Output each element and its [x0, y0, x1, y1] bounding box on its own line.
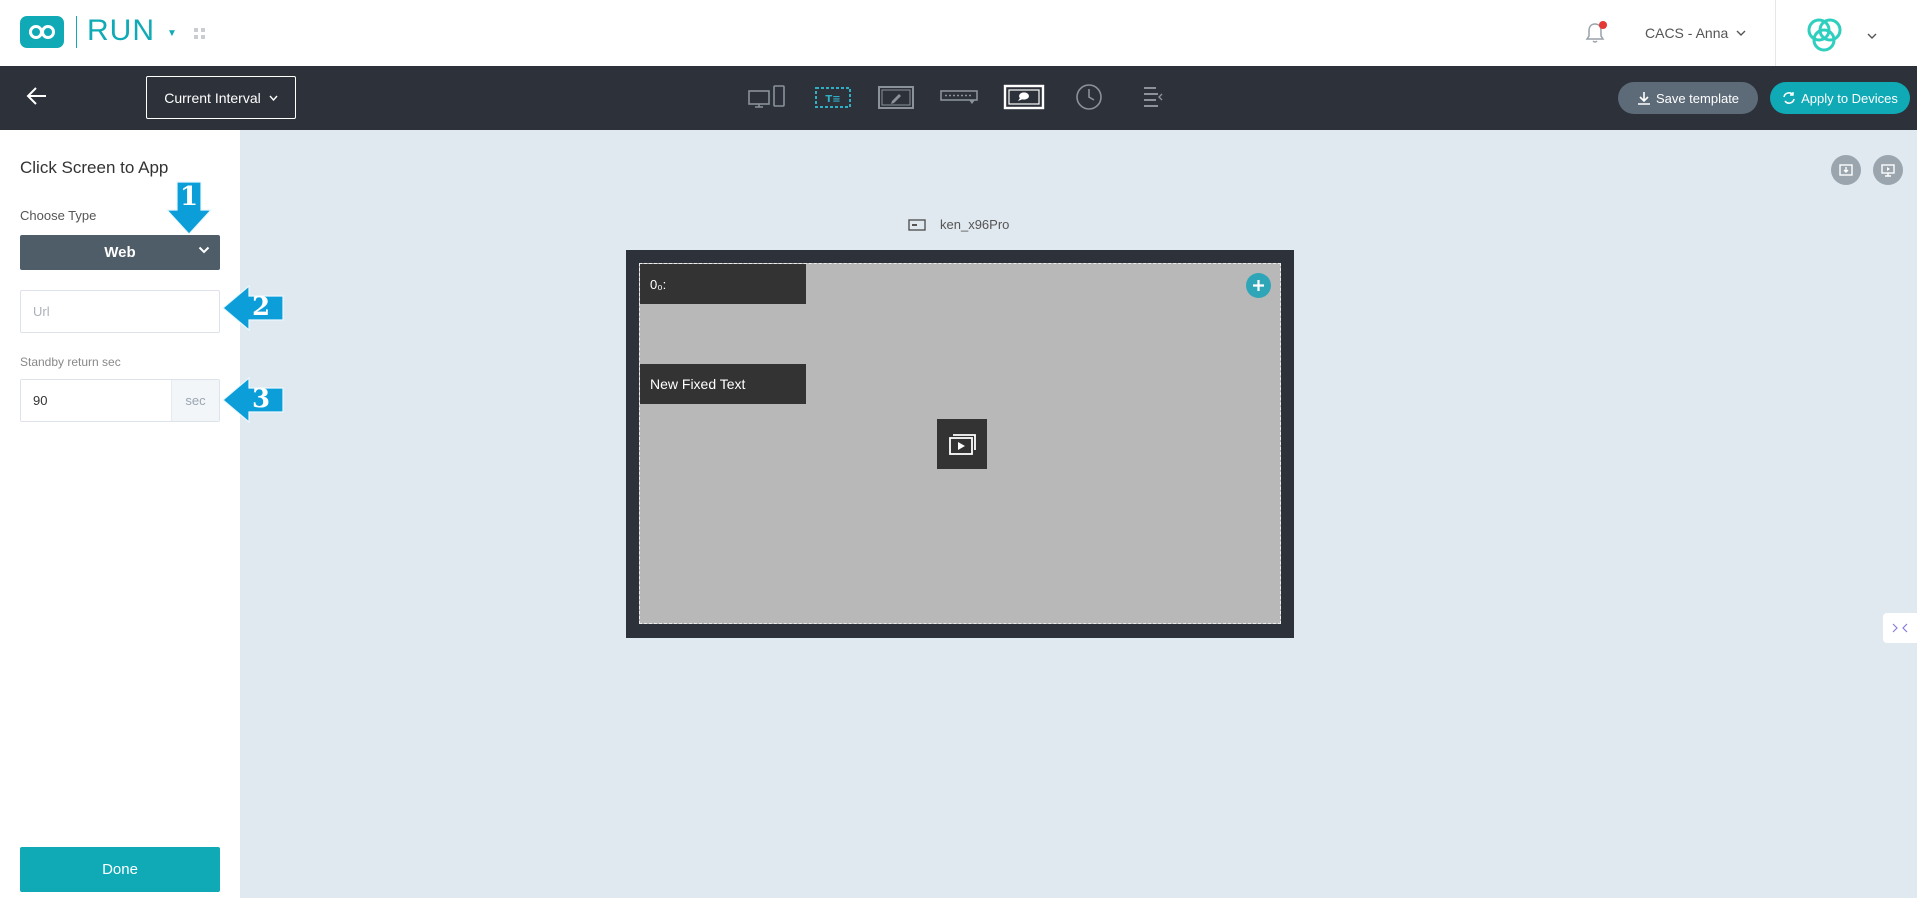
- device-icon: [908, 218, 926, 231]
- save-template-button[interactable]: Save template: [1618, 82, 1758, 114]
- annotation-arrow-1: 1: [165, 180, 213, 241]
- annotation-number: 2: [252, 292, 271, 322]
- logo-separator: [76, 16, 77, 48]
- type-select-value: Web: [104, 244, 136, 261]
- svg-text:T≡: T≡: [825, 94, 840, 105]
- layers-icon[interactable]: [1134, 80, 1170, 114]
- screen-canvas[interactable]: 0₀: New Fixed Text: [639, 263, 1281, 624]
- choose-type-label: Choose Type: [20, 208, 97, 223]
- standby-return-field: sec: [20, 379, 220, 422]
- preview-screen-icon[interactable]: [1873, 155, 1903, 185]
- standby-unit-addon: sec: [171, 380, 219, 421]
- plus-icon: [1253, 280, 1264, 291]
- text-zone-icon[interactable]: T≡: [813, 80, 853, 114]
- chevron-down-icon: [198, 246, 210, 254]
- brand-name[interactable]: RUN: [87, 14, 155, 48]
- top-bar: RUN ▼ CACS - Anna: [0, 0, 1917, 66]
- user-menu[interactable]: CACS - Anna: [1645, 25, 1746, 41]
- editor-toolbar: Current Interval T≡ Save template Apply …: [0, 66, 1917, 130]
- web-zone-icon[interactable]: [1003, 80, 1045, 114]
- panel-title: Click Screen to App: [20, 158, 169, 177]
- edit-zone-icon[interactable]: [876, 80, 916, 114]
- clock-icon[interactable]: [1071, 80, 1107, 114]
- chevron-down-icon: [269, 95, 278, 101]
- collapse-icon: [1892, 623, 1908, 633]
- devices-icon[interactable]: [746, 80, 790, 114]
- chevron-down-icon: [1736, 30, 1746, 36]
- apps-grid-icon[interactable]: [194, 27, 206, 45]
- standby-return-label: Standby return sec: [20, 355, 121, 369]
- chevron-down-icon[interactable]: [1867, 26, 1877, 44]
- device-label: ken_x96Pro: [908, 217, 1009, 232]
- divider: [1775, 0, 1776, 66]
- collapse-panel-tab[interactable]: [1883, 613, 1917, 643]
- current-interval-dropdown[interactable]: Current Interval: [146, 76, 296, 119]
- save-template-label: Save template: [1655, 90, 1740, 106]
- ticker-icon[interactable]: [939, 80, 979, 114]
- screen-preview: 0₀: New Fixed Text: [626, 250, 1294, 638]
- annotation-number: 1: [180, 182, 199, 212]
- device-name: ken_x96Pro: [940, 217, 1010, 232]
- media-play-icon: [949, 434, 976, 455]
- sync-icon: [1783, 92, 1795, 104]
- logo-icon[interactable]: [20, 16, 64, 48]
- done-button[interactable]: Done: [20, 847, 220, 892]
- user-name: CACS - Anna: [1645, 25, 1729, 41]
- apply-to-devices-label: Apply to Devices: [1801, 90, 1898, 106]
- standby-return-input[interactable]: [21, 380, 171, 421]
- interval-label: Current Interval: [164, 89, 261, 106]
- add-zone-button[interactable]: [1246, 273, 1271, 298]
- annotation-arrow-2: 2: [221, 284, 285, 336]
- annotation-number: 3: [252, 384, 271, 414]
- media-zone[interactable]: [937, 419, 987, 469]
- clock-zone[interactable]: 0₀:: [640, 264, 806, 304]
- url-input[interactable]: [20, 290, 220, 333]
- rings-logo-icon[interactable]: [1803, 15, 1847, 60]
- import-icon[interactable]: [1831, 155, 1861, 185]
- fixed-text-zone[interactable]: New Fixed Text: [640, 364, 806, 404]
- back-arrow-icon[interactable]: [26, 86, 48, 111]
- annotation-arrow-3: 3: [221, 376, 285, 428]
- download-icon: [1637, 92, 1650, 105]
- apply-to-devices-button[interactable]: Apply to Devices: [1770, 82, 1910, 114]
- caret-down-icon[interactable]: ▼: [167, 28, 177, 39]
- zone-settings-panel: Click Screen to App Choose Type Web Stan…: [0, 130, 240, 898]
- notification-badge: [1599, 21, 1607, 29]
